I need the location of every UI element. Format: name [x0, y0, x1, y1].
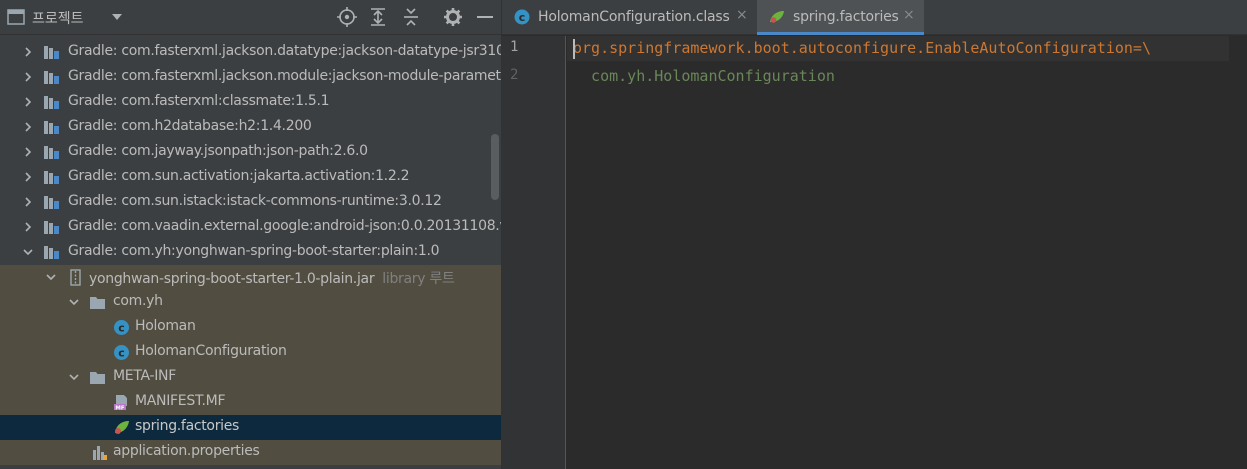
library-icon — [44, 221, 59, 234]
active-tab-indicator — [757, 32, 924, 35]
tree-item-label: META-INF — [113, 368, 176, 384]
library-icon — [44, 171, 59, 184]
tree-row-selected[interactable]: spring.factories — [0, 415, 501, 440]
class-icon: c — [114, 320, 129, 335]
project-tree: Gradle: com.fasterxml.jackson.datatype:j… — [0, 35, 501, 469]
class-icon: c — [114, 345, 129, 360]
folder-icon — [90, 297, 105, 309]
tree-item-label: Gradle: com.sun.activation:jakarta.activ… — [68, 168, 410, 184]
line-number: 1 — [510, 39, 519, 55]
tree-item-label: com.yh — [113, 293, 163, 309]
tree-item-label: Gradle: com.vaadin.external.google:andro… — [68, 218, 501, 234]
property-separator: =\ — [1132, 39, 1151, 57]
close-icon[interactable]: × — [903, 7, 915, 23]
tree-item-label: yonghwan-spring-boot-starter-1.0-plain.j… — [89, 271, 375, 287]
tree-scrollbar[interactable] — [491, 134, 499, 200]
code-line-1[interactable]: org.springframework.boot.autoconfigure.E… — [573, 39, 1151, 57]
chevron-down-icon[interactable] — [44, 270, 58, 284]
tree-row[interactable]: Gradle: com.sun.activation:jakarta.activ… — [0, 165, 501, 190]
svg-text:c: c — [118, 347, 125, 360]
code-line-2[interactable]: com.yh.HolomanConfiguration — [573, 67, 835, 85]
tree-row[interactable]: yonghwan-spring-boot-starter-1.0-plain.j… — [0, 265, 501, 290]
library-icon — [44, 146, 59, 159]
tree-item-label: Gradle: com.yh:yonghwan-spring-boot-star… — [68, 243, 440, 259]
project-panel: 프로젝트 Gradle: com.fasterxml.jackson.datat… — [0, 0, 501, 469]
tree-item-label: application.properties — [113, 443, 260, 459]
line-number: 2 — [510, 67, 519, 83]
library-icon — [44, 96, 59, 109]
library-root-suffix: library 루트 — [382, 271, 455, 287]
property-key: org.springframework.boot.autoconfigure.E… — [573, 39, 1133, 57]
chevron-down-icon[interactable] — [67, 370, 81, 384]
tab-label: HolomanConfiguration.class — [538, 9, 730, 25]
tree-row[interactable]: Gradle: com.vaadin.external.google:andro… — [0, 215, 501, 240]
library-icon — [44, 121, 59, 134]
tree-row[interactable]: Gradle: com.yh:yonghwan-spring-boot-star… — [0, 240, 501, 265]
text-caret — [573, 39, 575, 59]
spring-icon — [115, 421, 129, 434]
tree-item-label: Gradle: com.fasterxml.jackson.module:jac… — [68, 68, 501, 84]
tree-row[interactable]: Gradle: com.sun.istack:istack-commons-ru… — [0, 190, 501, 215]
tree-item-label: Gradle: com.fasterxml.jackson.datatype:j… — [68, 43, 501, 59]
chevron-right-icon[interactable] — [21, 170, 35, 184]
folder-icon — [90, 372, 105, 384]
line-number-gutter: 1 2 — [502, 36, 566, 469]
class-icon: c — [514, 9, 530, 25]
close-icon[interactable]: × — [736, 7, 748, 23]
library-icon — [44, 196, 59, 209]
tree-row[interactable]: Gradle: com.fasterxml.jackson.datatype:j… — [0, 40, 501, 65]
manifest-icon: MF — [114, 395, 127, 411]
code-editor[interactable]: org.springframework.boot.autoconfigure.E… — [567, 36, 1247, 469]
library-icon — [44, 71, 59, 84]
chevron-right-icon[interactable] — [21, 220, 35, 234]
tree-item-label: Gradle: com.jayway.jsonpath:json-path:2.… — [68, 143, 368, 159]
chevron-down-icon[interactable] — [21, 245, 35, 259]
tree-row[interactable]: application.properties — [0, 440, 501, 465]
chevron-right-icon[interactable] — [21, 95, 35, 109]
svg-text:MF: MF — [115, 405, 124, 411]
library-icon — [44, 46, 59, 59]
library-icon — [44, 246, 59, 259]
jar-icon — [70, 269, 81, 286]
tree-row[interactable]: c HolomanConfiguration — [0, 340, 501, 365]
tree-item-label: Holoman — [135, 318, 196, 334]
tree-row[interactable]: Gradle: com.fasterxml:classmate:1.5.1 — [0, 90, 501, 115]
tree-item-label: spring.factories — [135, 418, 240, 434]
chevron-right-icon[interactable] — [21, 120, 35, 134]
svg-text:c: c — [118, 322, 125, 335]
properties-icon — [93, 446, 107, 460]
tree-item-label: MANIFEST.MF — [135, 393, 226, 409]
tree-item-label: HolomanConfiguration — [135, 343, 287, 359]
tree-row[interactable]: Gradle: com.fasterxml.jackson.module:jac… — [0, 65, 501, 90]
tab-holoman-configuration-class[interactable]: c HolomanConfiguration.class × — [502, 0, 757, 35]
chevron-down-icon[interactable] — [67, 295, 81, 309]
tree-row[interactable]: Gradle: com.jayway.jsonpath:json-path:2.… — [0, 140, 501, 165]
chevron-right-icon[interactable] — [21, 70, 35, 84]
spring-icon — [770, 11, 784, 23]
tree-row[interactable]: com.yh — [0, 290, 501, 315]
tree-row[interactable]: META-INF — [0, 365, 501, 390]
tab-spring-factories[interactable]: spring.factories × — [757, 0, 924, 35]
chevron-right-icon[interactable] — [21, 45, 35, 59]
tree-row[interactable]: Gradle: com.h2database:h2:1.4.200 — [0, 115, 501, 140]
tree-row[interactable]: MF MANIFEST.MF — [0, 390, 501, 415]
editor-tabs: c HolomanConfiguration.class × spring.fa… — [502, 0, 1247, 35]
chevron-right-icon[interactable] — [21, 195, 35, 209]
tree-row[interactable]: c Holoman — [0, 315, 501, 340]
tree-item-label: Gradle: com.fasterxml:classmate:1.5.1 — [68, 93, 330, 109]
chevron-right-icon[interactable] — [21, 145, 35, 159]
tree-item-label: Gradle: com.h2database:h2:1.4.200 — [68, 118, 312, 134]
tree-item-label: Gradle: com.sun.istack:istack-commons-ru… — [68, 193, 442, 209]
tab-label: spring.factories — [793, 9, 899, 25]
svg-text:c: c — [519, 11, 526, 24]
